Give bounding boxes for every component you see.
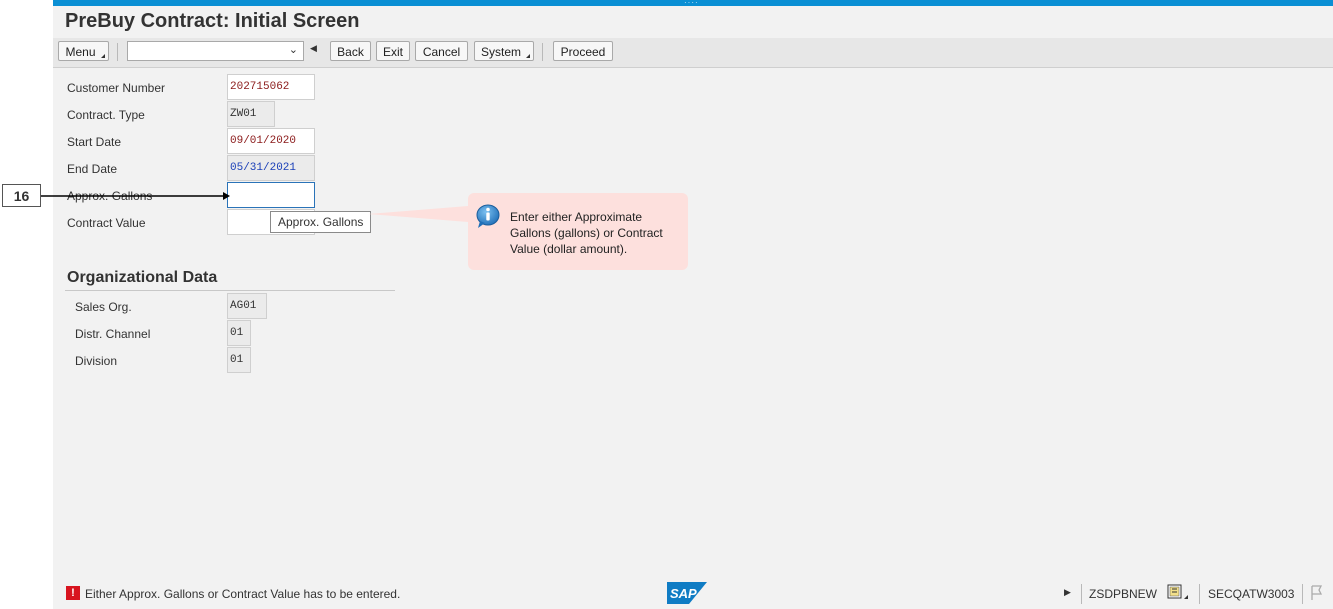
expand-right-icon[interactable]: ▶ [1064,587,1071,598]
transaction-code: ZSDPBNEW [1089,587,1158,601]
status-separator [1302,584,1303,604]
start-date-label: Start Date [67,135,122,149]
svg-text:SAP: SAP [670,586,697,601]
contract-type-label: Contract. Type [67,108,145,122]
info-icon [476,204,500,228]
customer-number-field[interactable]: 202715062 [227,74,315,100]
end-date-label: End Date [67,162,118,176]
distr-channel-field[interactable]: 01 [227,320,251,346]
command-field[interactable]: ⌄ [127,41,304,61]
contract-value-label: Contract Value [67,216,146,230]
cancel-button[interactable]: Cancel [415,41,468,61]
status-message[interactable]: Either Approx. Gallons or Contract Value… [85,587,400,601]
division-label: Division [75,354,118,368]
page-title: PreBuy Contract: Initial Screen [65,10,360,32]
chevron-down-icon[interactable]: ⌄ [289,43,298,56]
proceed-button[interactable]: Proceed [553,41,613,61]
callout-pointer [368,206,468,222]
system-id: SECQATW3003 [1208,587,1295,601]
menu-button-label: Menu [65,45,96,59]
status-separator [1081,584,1082,604]
instruction-callout: Enter either Approximate Gallons (gallon… [468,193,688,270]
sales-org-field[interactable]: AG01 [227,293,267,319]
exit-button[interactable]: Exit [376,41,410,61]
start-date-field[interactable]: 09/01/2020 [227,128,315,154]
expand-left-icon[interactable]: ◀ [310,43,317,54]
back-button[interactable]: Back [330,41,371,61]
sales-org-label: Sales Org. [75,300,132,314]
sap-logo-icon: SAP [667,582,707,604]
division-field[interactable]: 01 [227,347,251,373]
menu-caret-icon [101,54,105,58]
menu-button[interactable]: Menu [58,41,109,61]
step-arrow [41,192,230,200]
end-date-field[interactable]: 05/31/2021 [227,155,315,181]
org-data-heading: Organizational Data [67,269,218,286]
field-tooltip: Approx. Gallons [270,211,372,233]
resize-grip-icon[interactable]: ···· [684,0,699,7]
toolbar: Menu ⌄ ◀ Back Exit Cancel System Proceed [53,38,1333,68]
customer-number-label: Customer Number [67,81,166,95]
callout-text: Enter either Approximate Gallons (gallon… [510,210,663,256]
system-button-label: System [480,45,521,59]
contract-type-field[interactable]: ZW01 [227,101,275,127]
flag-icon[interactable] [1309,584,1325,602]
distr-channel-label: Distr. Channel [75,327,151,341]
system-button[interactable]: System [474,41,534,61]
approx-gallons-field[interactable] [227,182,315,208]
session-info-icon[interactable] [1167,584,1189,602]
status-separator [1199,584,1200,604]
system-caret-icon [526,54,530,58]
error-icon: ! [66,586,80,600]
step-number-badge: 16 [2,184,41,207]
org-data-divider [65,290,395,291]
toolbar-separator [117,43,118,61]
status-bar: ! Either Approx. Gallons or Contract Val… [53,580,1333,609]
top-accent-bar: ···· [53,0,1333,7]
toolbar-separator [542,43,543,61]
sap-gui-window: ···· PreBuy Contract: Initial Screen Men… [53,0,1333,609]
